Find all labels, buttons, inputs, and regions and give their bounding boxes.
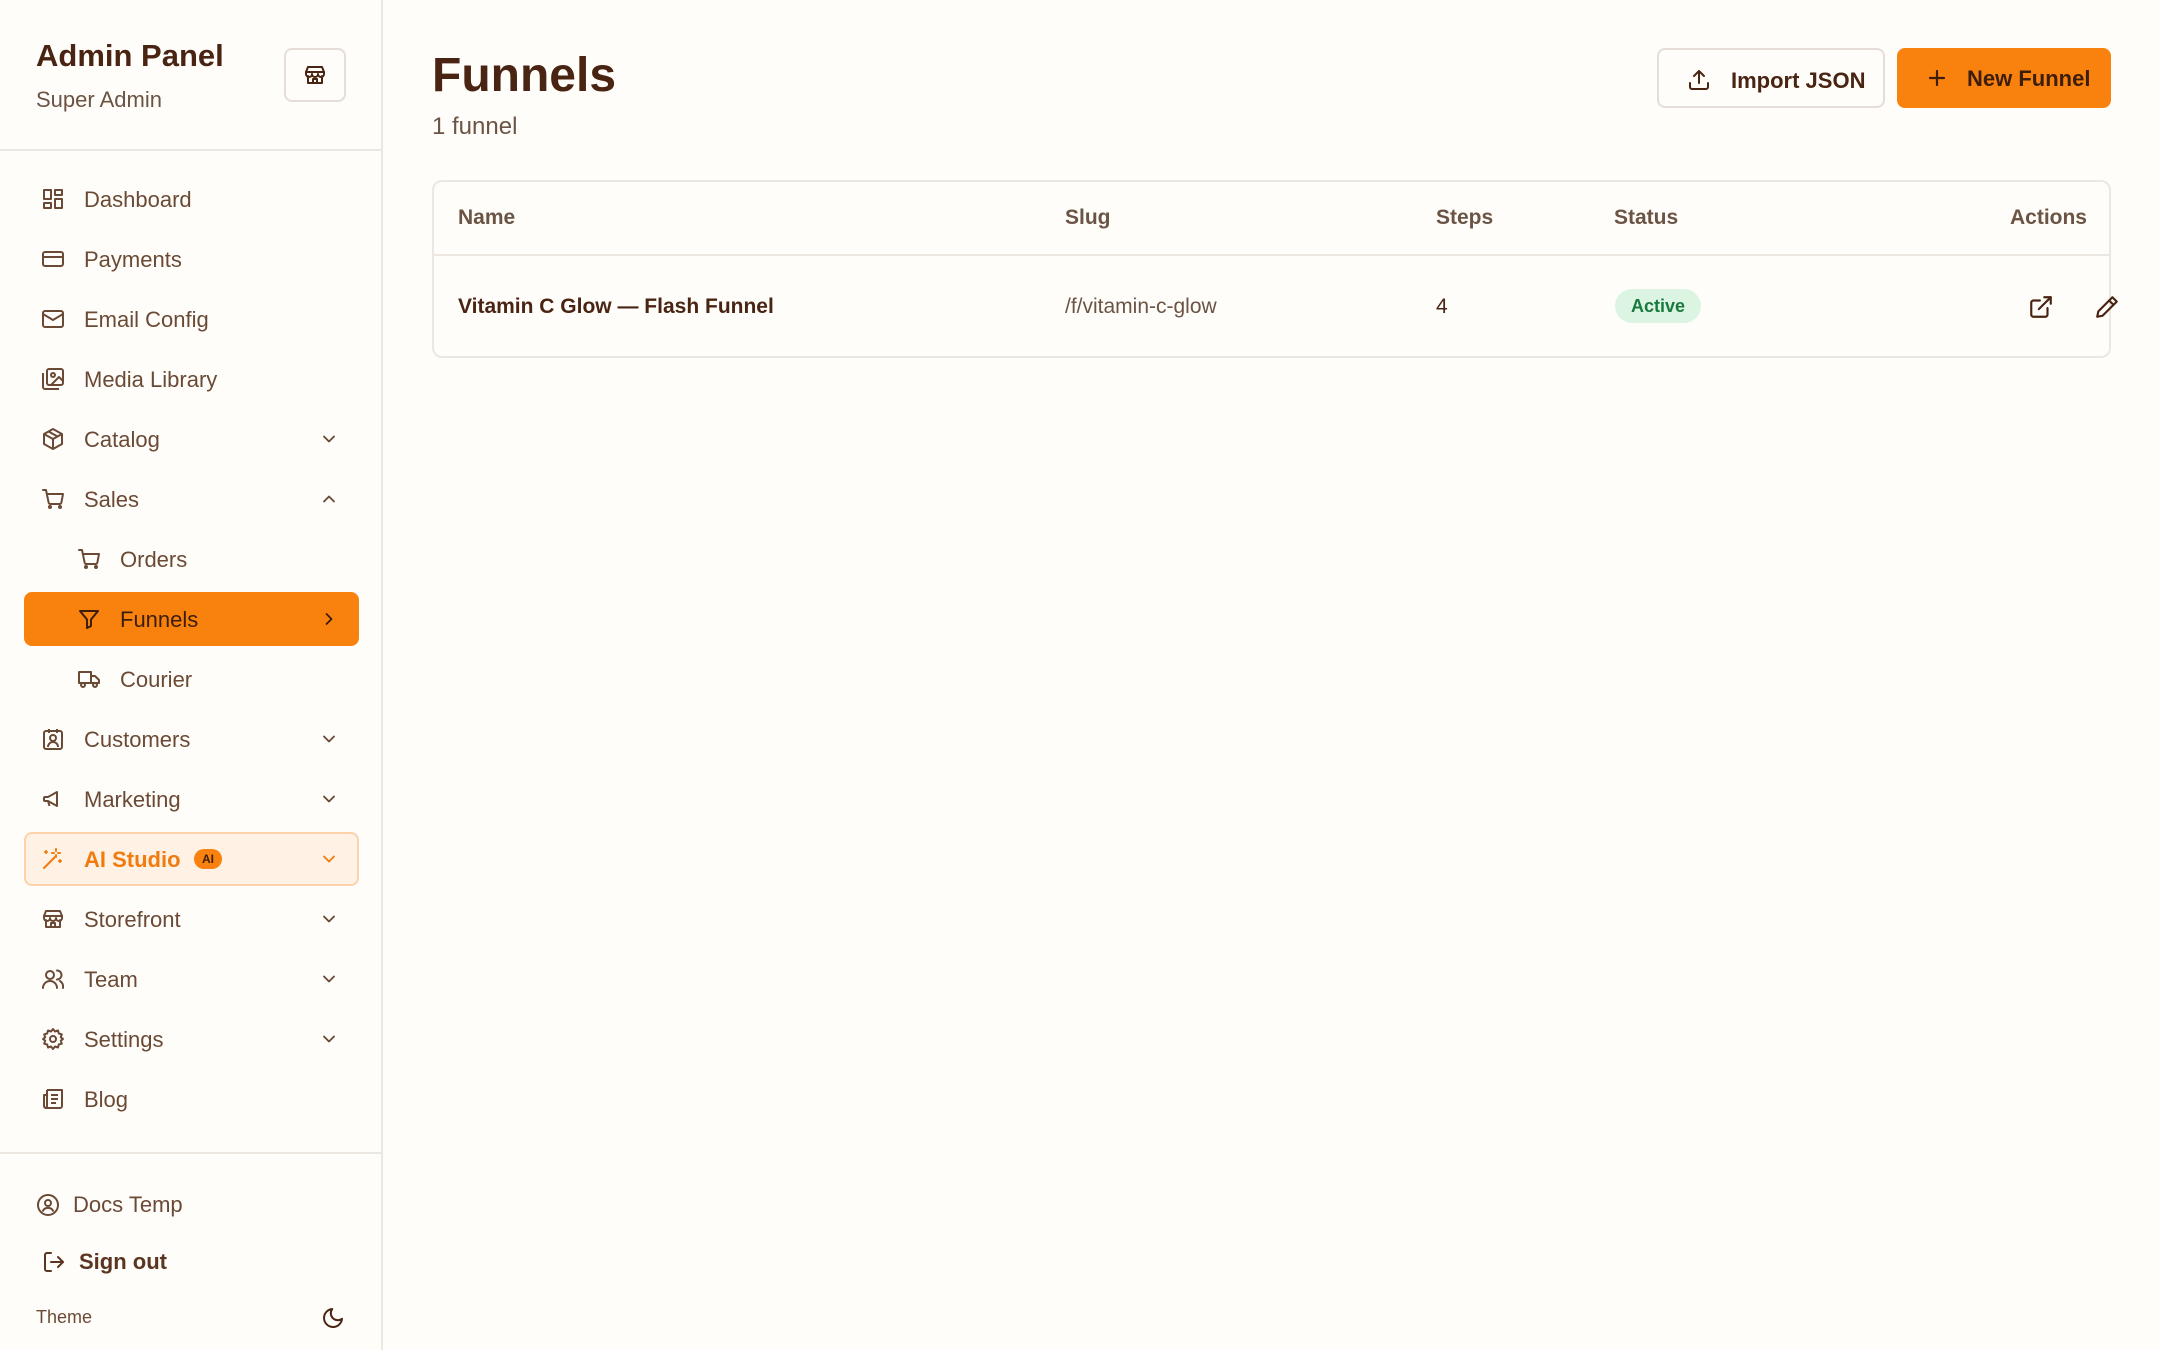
sidebar-item-label: Storefront: [84, 907, 181, 932]
pencil-icon[interactable]: [2094, 294, 2120, 320]
sidebar-item-label: Orders: [120, 547, 188, 572]
sidebar-item-funnels[interactable]: Funnels: [24, 592, 359, 646]
import-json-label: Import JSON: [1731, 68, 1866, 93]
user-circle-icon: [37, 1194, 59, 1216]
column-header-actions: Actions: [2009, 206, 2087, 229]
sidebar-item-team[interactable]: Team: [24, 952, 359, 1006]
view-store-button[interactable]: [284, 48, 346, 102]
main-content: Funnels 1 funnel Import JSON New Funnel …: [383, 0, 2160, 1350]
table-header: Name Slug Steps Status Actions: [434, 182, 2109, 256]
sidebar-item-label: Payments: [84, 247, 182, 272]
moon-icon[interactable]: [321, 1306, 345, 1330]
sidebar-item-email-config[interactable]: Email Config: [24, 292, 359, 346]
package-icon: [43, 428, 63, 450]
ai-badge: AI: [194, 849, 222, 869]
sidebar-item-label: Courier: [120, 667, 193, 692]
funnel-name: Vitamin C Glow — Flash Funnel: [458, 295, 774, 318]
sidebar-item-payments[interactable]: Payments: [24, 232, 359, 286]
external-link-icon[interactable]: [2028, 294, 2054, 320]
sidebar-item-label: Funnels: [120, 607, 199, 632]
images-icon: [42, 368, 64, 390]
upload-icon: [1689, 70, 1709, 90]
megaphone-icon: [43, 791, 58, 807]
sidebar-nav: Dashboard Payments Email Config Media Li…: [24, 172, 359, 1132]
brand-subtitle: Super Admin: [36, 87, 162, 112]
new-funnel-label: New Funnel: [1967, 66, 2091, 91]
sidebar: Admin Panel Super Admin Dashboard Paymen…: [0, 0, 383, 1350]
sidebar-item-dashboard[interactable]: Dashboard: [24, 172, 359, 226]
gear-icon: [42, 1028, 64, 1050]
sidebar-item-label: Media Library: [84, 367, 218, 392]
newspaper-icon: [43, 1089, 63, 1109]
chevron-down-icon[interactable]: [319, 909, 339, 929]
sidebar-item-label: Customers: [84, 727, 191, 752]
wand-icon: [43, 848, 62, 869]
chevron-down-icon[interactable]: [319, 789, 339, 809]
sign-out-button[interactable]: Sign out: [42, 1249, 167, 1275]
sidebar-item-storefront[interactable]: Storefront: [24, 892, 359, 946]
chevron-up-icon[interactable]: [319, 489, 339, 509]
theme-label: Theme: [36, 1307, 93, 1327]
column-header-steps: Steps: [1436, 206, 1494, 229]
sidebar-item-customers[interactable]: Customers: [24, 712, 359, 766]
sidebar-item-label: Email Config: [84, 307, 209, 332]
contact-icon: [43, 729, 63, 750]
sidebar-item-marketing[interactable]: Marketing: [24, 772, 359, 826]
column-header-status: Status: [1614, 206, 1679, 229]
sidebar-item-label: Dashboard: [84, 187, 192, 212]
chevron-down-icon[interactable]: [319, 849, 339, 869]
sidebar-item-label: Sales: [84, 487, 140, 512]
import-json-button[interactable]: Import JSON: [1657, 48, 1885, 108]
sidebar-footer: Docs Temp Sign out Theme: [0, 1152, 381, 1350]
funnel-steps: 4: [1436, 295, 1448, 318]
chevron-down-icon[interactable]: [319, 969, 339, 989]
sidebar-item-courier[interactable]: Courier: [24, 652, 359, 706]
cart-icon: [78, 549, 100, 569]
brand-title: Admin Panel: [36, 38, 224, 73]
store-icon: [43, 910, 63, 928]
funnels-table: Name Slug Steps Status Actions Vitamin C…: [432, 180, 2118, 358]
sidebar-item-label: Blog: [84, 1087, 129, 1112]
funnel-slug: /f/vitamin-c-glow: [1065, 295, 1217, 318]
store-icon: [305, 66, 325, 84]
sign-out-icon: [44, 1252, 64, 1272]
user-profile[interactable]: Docs Temp: [36, 1192, 183, 1218]
dashboard-icon: [43, 189, 63, 209]
chevron-down-icon[interactable]: [319, 1029, 339, 1049]
sidebar-item-label: Team: [84, 967, 138, 992]
users-icon: [42, 969, 65, 989]
chevron-down-icon[interactable]: [319, 729, 339, 749]
sidebar-item-label: AI Studio: [84, 847, 181, 872]
sidebar-item-label: Marketing: [84, 787, 181, 812]
sidebar-item-label: Catalog: [84, 427, 160, 452]
column-header-name: Name: [458, 206, 516, 229]
chevron-down-icon[interactable]: [319, 429, 339, 449]
cart-icon: [42, 489, 64, 509]
status-badge: Active: [1615, 289, 1702, 323]
sidebar-item-catalog[interactable]: Catalog: [24, 412, 359, 466]
truck-icon: [78, 671, 100, 688]
user-name: Docs Temp: [73, 1192, 183, 1217]
credit-card-icon: [42, 251, 64, 267]
sidebar-item-sales[interactable]: Sales: [24, 472, 359, 526]
mail-icon: [42, 310, 64, 328]
new-funnel-button[interactable]: New Funnel: [1897, 48, 2111, 108]
sidebar-item-ai-studio[interactable]: AI Studio AI: [24, 832, 359, 886]
column-header-slug: Slug: [1065, 206, 1111, 229]
sidebar-item-orders[interactable]: Orders: [24, 532, 359, 586]
sidebar-item-label: Settings: [84, 1027, 164, 1052]
table-row: Vitamin C Glow — Flash Funnel /f/vitamin…: [434, 256, 2118, 358]
funnel-count: 1 funnel: [432, 113, 518, 140]
funnel-icon: [79, 610, 99, 629]
plus-icon: [1928, 69, 1946, 87]
page-title: Funnels: [432, 49, 617, 102]
sign-out-label: Sign out: [79, 1249, 167, 1274]
sidebar-header: Admin Panel Super Admin: [0, 0, 381, 151]
sidebar-item-media-library[interactable]: Media Library: [24, 352, 359, 406]
sidebar-item-blog[interactable]: Blog: [24, 1072, 359, 1126]
chevron-right-icon: [325, 613, 333, 625]
sidebar-item-settings[interactable]: Settings: [24, 1012, 359, 1066]
